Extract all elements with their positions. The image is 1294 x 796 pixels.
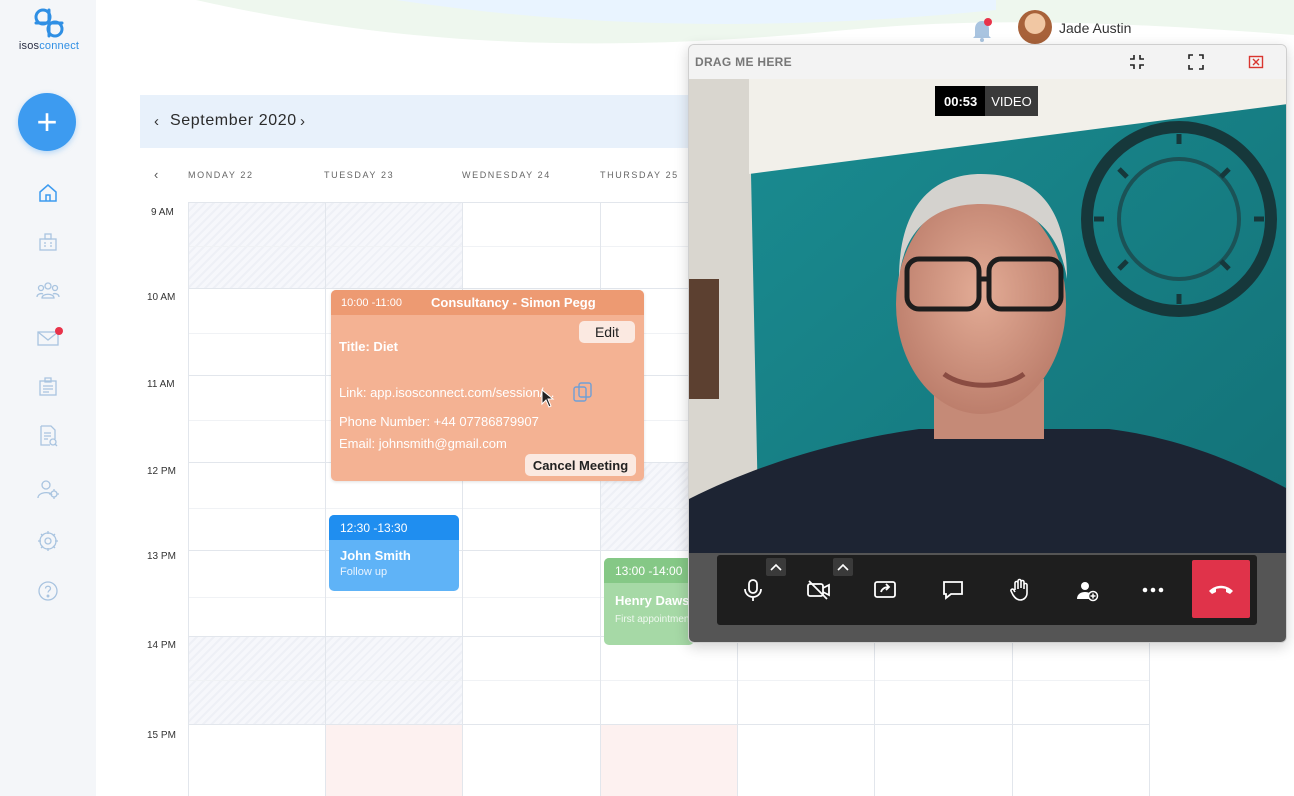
- participant-video-image: [689, 79, 1286, 553]
- user-name[interactable]: Jade Austin: [1059, 20, 1131, 36]
- document-search-icon[interactable]: [35, 423, 61, 449]
- event-client-name: John Smith: [340, 548, 411, 563]
- chat-icon[interactable]: [938, 575, 968, 605]
- call-controls: [717, 555, 1257, 625]
- camera-off-icon[interactable]: [804, 575, 834, 605]
- call-mode: VIDEO: [985, 86, 1038, 116]
- month-label: September 2020: [170, 112, 297, 129]
- users-icon[interactable]: [35, 277, 61, 303]
- close-icon[interactable]: [1248, 54, 1264, 70]
- user-settings-icon[interactable]: [35, 476, 61, 502]
- hour-label: 14 PM: [147, 640, 176, 651]
- avatar[interactable]: [1018, 10, 1052, 44]
- hour-label: 15 PM: [147, 730, 176, 741]
- session-link[interactable]: Link: app.isosconnect.com/session/...: [339, 385, 554, 400]
- event-time: 10:00 -11:00: [341, 297, 402, 309]
- mouse-cursor-icon: [541, 388, 557, 414]
- hour-label: 12 PM: [147, 466, 176, 477]
- video-feed: 00:53 VIDEO: [689, 79, 1286, 553]
- event-email: Email: johnsmith@gmail.com: [339, 436, 507, 451]
- edit-button[interactable]: Edit: [579, 321, 635, 343]
- prev-month-button[interactable]: ‹: [154, 113, 159, 130]
- hour-label: 10 AM: [147, 292, 176, 303]
- prev-week-button[interactable]: ‹: [154, 167, 158, 182]
- raise-hand-icon[interactable]: [1005, 575, 1035, 605]
- home-icon[interactable]: [35, 180, 61, 206]
- event-title: Consultancy - Simon Pegg: [431, 295, 596, 310]
- event-phone: Phone Number: +44 07786879907: [339, 414, 539, 429]
- chevron-up-icon[interactable]: [833, 558, 853, 576]
- minimize-icon[interactable]: [1129, 54, 1145, 70]
- event-card-consultancy[interactable]: 10:00 -11:00 Consultancy - Simon Pegg Ed…: [331, 290, 644, 481]
- event-time: 13:00 -14:00: [604, 558, 694, 583]
- hour-label: 9 AM: [151, 207, 174, 218]
- event-header: 10:00 -11:00 Consultancy - Simon Pegg: [331, 290, 644, 315]
- hour-label: 11 AM: [147, 379, 175, 390]
- event-card-henry-daws[interactable]: 13:00 -14:00 Henry Daws First appointmen…: [604, 558, 694, 645]
- hang-up-button[interactable]: [1192, 560, 1250, 618]
- call-duration: 00:53: [935, 86, 986, 116]
- cancel-meeting-button[interactable]: Cancel Meeting: [525, 454, 636, 476]
- copy-icon[interactable]: [571, 380, 595, 409]
- event-time: 12:30 -13:30: [329, 515, 459, 540]
- building-icon[interactable]: [35, 229, 61, 255]
- highlighted-slot: [600, 724, 737, 796]
- drag-handle-label[interactable]: DRAG ME HERE: [695, 55, 792, 69]
- hour-label: 13 PM: [147, 551, 176, 562]
- mail-icon[interactable]: [35, 325, 63, 351]
- event-card-john-smith[interactable]: 12:30 -13:30 John Smith Follow up: [329, 515, 459, 591]
- gear-icon[interactable]: [35, 528, 61, 554]
- day-header-thursday: THURSDAY 25: [600, 170, 679, 180]
- event-note: First appointment: [615, 614, 693, 625]
- notification-bell-icon[interactable]: [968, 16, 996, 44]
- microphone-icon[interactable]: [738, 575, 768, 605]
- logo-text-prefix: isos: [18, 40, 40, 52]
- video-call-window[interactable]: DRAG ME HERE 00:53 VIDEO: [688, 44, 1287, 643]
- more-icon[interactable]: [1138, 575, 1168, 605]
- next-month-button[interactable]: ›: [300, 113, 305, 130]
- help-icon[interactable]: [35, 578, 61, 604]
- video-window-titlebar[interactable]: DRAG ME HERE: [689, 45, 1286, 79]
- day-header-monday: MONDAY 22: [188, 170, 254, 180]
- event-subject: Title: Diet: [339, 339, 398, 354]
- add-button[interactable]: +: [18, 93, 76, 151]
- logo-text-suffix: connect: [39, 40, 80, 52]
- hang-up-icon: [1209, 585, 1233, 594]
- day-header-tuesday: TUESDAY 23: [324, 170, 395, 180]
- call-timer: 00:53 VIDEO: [935, 86, 1038, 116]
- day-header-wednesday: WEDNESDAY 24: [462, 170, 551, 180]
- chevron-up-icon[interactable]: [766, 558, 786, 576]
- share-screen-icon[interactable]: [870, 575, 900, 605]
- id-card-icon[interactable]: [35, 374, 61, 400]
- event-note: Follow up: [340, 566, 388, 578]
- sidebar: isosconnect +: [0, 0, 96, 796]
- highlighted-slot: [326, 724, 463, 796]
- logo[interactable]: isosconnect: [14, 6, 84, 52]
- fullscreen-icon[interactable]: [1188, 54, 1204, 70]
- add-participant-icon[interactable]: [1072, 575, 1102, 605]
- event-client-name: Henry Daws: [615, 593, 690, 608]
- isosconnect-logo-icon: [34, 8, 64, 38]
- mail-notification-dot: [55, 327, 63, 335]
